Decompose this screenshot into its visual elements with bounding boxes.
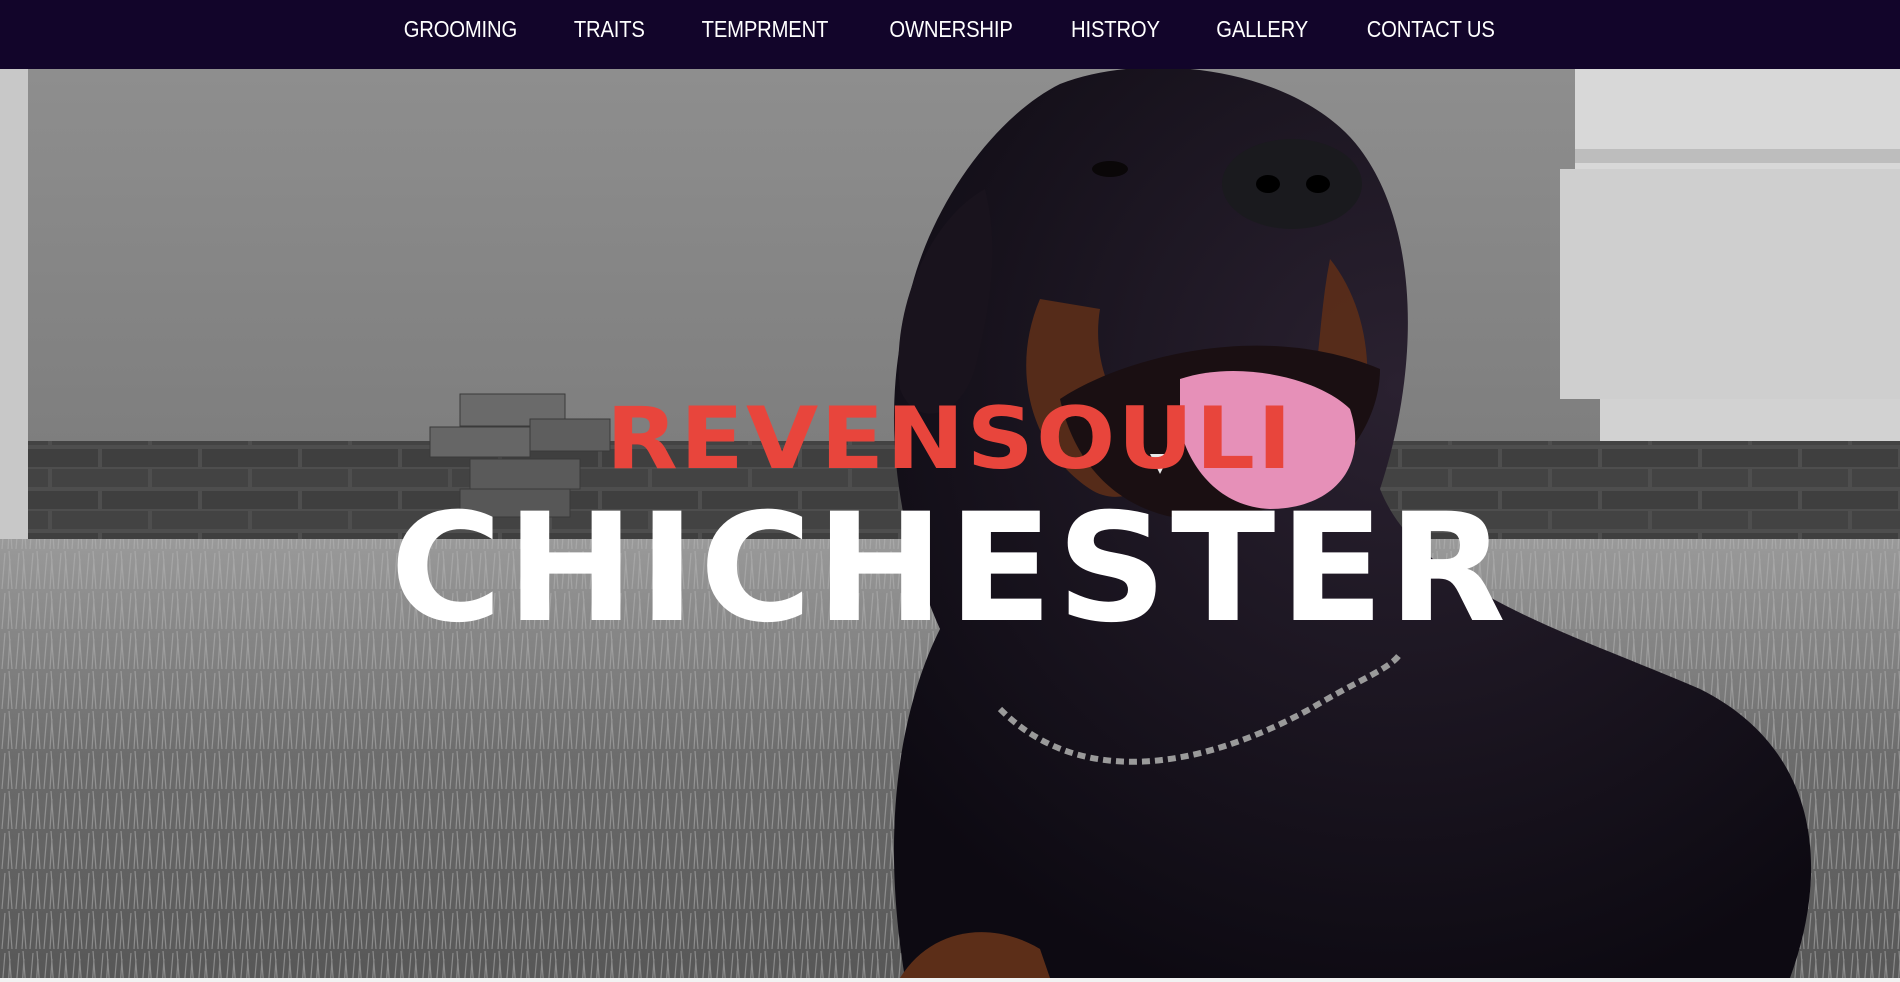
nav-item-histroy[interactable]: HISTROY	[1071, 16, 1160, 43]
hero-title-top: REVENSOULI	[606, 389, 1294, 489]
nav-item-traits[interactable]: TRAITS	[574, 16, 645, 43]
hero-section: REVENSOULI CHICHESTER	[0, 69, 1900, 978]
nav-item-gallery[interactable]: GALLERY	[1216, 16, 1308, 43]
nav-menu: GROOMING TRAITS TEMPRMENT OWNERSHIP HIST…	[374, 16, 1526, 43]
hero-title-bottom: CHICHESTER	[390, 482, 1510, 656]
nav-item-grooming[interactable]: GROOMING	[404, 16, 517, 43]
page-bottom-edge	[0, 978, 1900, 982]
nav-item-ownership[interactable]: OWNERSHIP	[890, 16, 1013, 43]
top-navigation: GROOMING TRAITS TEMPRMENT OWNERSHIP HIST…	[0, 0, 1900, 69]
nav-item-contact-us[interactable]: CONTACT US	[1367, 16, 1495, 43]
hero-title: REVENSOULI CHICHESTER	[390, 389, 1510, 656]
nav-item-temprment[interactable]: TEMPRMENT	[702, 16, 829, 43]
